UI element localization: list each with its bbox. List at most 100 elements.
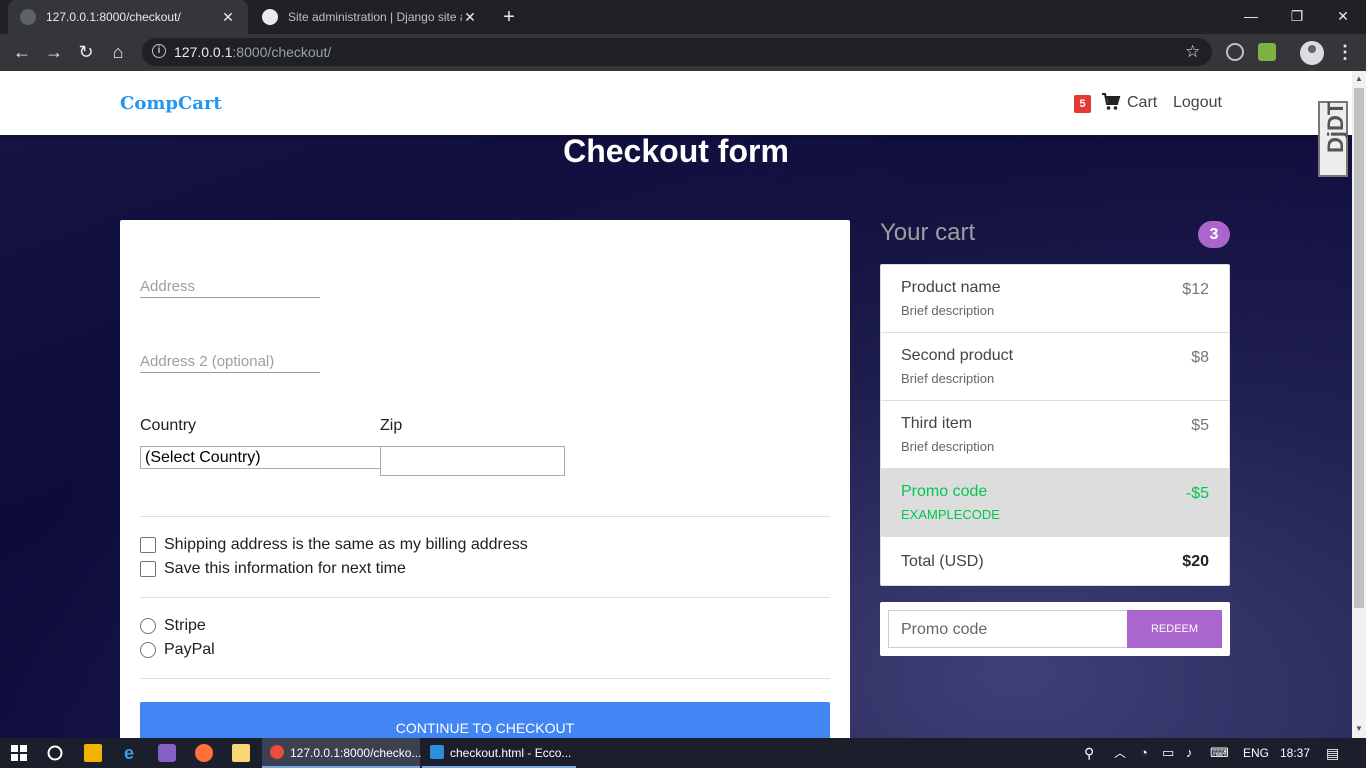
total-row: Total (USD) $20 — [881, 537, 1229, 585]
vscode-icon — [430, 745, 444, 759]
people-icon[interactable]: ⚲ — [1084, 738, 1094, 768]
search-icon[interactable] — [46, 744, 64, 762]
tab-label: Site administration | Django site admin — [288, 10, 462, 24]
store-icon[interactable] — [84, 744, 102, 762]
total-label: Total (USD) — [901, 553, 984, 570]
browser-tab-bar: 127.0.0.1:8000/checkout/ ✕ Site administ… — [0, 0, 1366, 34]
url-path: :8000/checkout/ — [232, 44, 332, 60]
visual-studio-icon[interactable] — [158, 744, 176, 762]
notifications-icon[interactable]: ▤ — [1326, 738, 1339, 768]
taskbar-app-chrome[interactable]: 127.0.0.1:8000/checko... — [262, 738, 422, 768]
back-icon[interactable]: ← — [10, 40, 34, 64]
country-select[interactable]: (Select Country) — [140, 446, 382, 469]
volume-icon[interactable]: ♪ — [1186, 738, 1193, 768]
save-info-label[interactable]: Save this information for next time — [164, 560, 406, 578]
extension-icon[interactable] — [1258, 43, 1276, 61]
same-address-label[interactable]: Shipping address is the same as my billi… — [164, 536, 528, 554]
close-tab-icon[interactable]: ✕ — [220, 9, 236, 26]
taskbar-app-vscode[interactable]: checkout.html - Ecco... — [422, 738, 576, 768]
restore-button[interactable]: ❐ — [1274, 0, 1320, 34]
file-explorer-icon[interactable] — [232, 744, 250, 762]
show-hidden-icons-icon[interactable]: ︿ — [1114, 738, 1126, 768]
save-info-checkbox[interactable] — [140, 561, 156, 577]
forward-icon[interactable]: → — [42, 40, 66, 64]
tab-django-admin[interactable]: Site administration | Django site admin … — [250, 0, 490, 34]
brand-logo[interactable]: CompCart — [120, 93, 222, 114]
product-description: Brief description — [901, 303, 995, 318]
extension-icon[interactable] — [1226, 43, 1244, 61]
cart-summary-list: Product name Brief description $12 Secon… — [880, 264, 1230, 586]
promo-row: Promo code EXAMPLECODE -$5 — [881, 469, 1229, 537]
list-item: Third item Brief description $5 — [881, 401, 1229, 469]
same-address-checkbox[interactable] — [140, 537, 156, 553]
cart-items-badge: 3 — [1198, 221, 1230, 248]
close-window-button[interactable]: ✕ — [1320, 0, 1366, 34]
promo-name: Promo code — [901, 483, 988, 500]
chrome-icon — [270, 745, 284, 759]
site-info-icon[interactable]: i — [152, 44, 166, 58]
divider — [140, 678, 830, 679]
reload-icon[interactable]: ↻ — [74, 40, 98, 64]
site-navbar: CompCart 5 Cart Logout — [0, 71, 1352, 135]
logout-link[interactable]: Logout — [1173, 94, 1222, 112]
tab-checkout[interactable]: 127.0.0.1:8000/checkout/ ✕ — [8, 0, 248, 34]
paypal-label[interactable]: PayPal — [164, 641, 215, 659]
minimize-button[interactable]: — — [1228, 0, 1274, 34]
list-item: Second product Brief description $8 — [881, 333, 1229, 401]
cart-link[interactable]: Cart — [1127, 94, 1157, 112]
edge-icon[interactable]: e — [120, 744, 138, 762]
product-price: $5 — [1191, 417, 1209, 434]
list-item: Product name Brief description $12 — [881, 265, 1229, 333]
firefox-icon[interactable] — [195, 744, 213, 762]
shopping-cart-icon[interactable] — [1101, 92, 1121, 112]
page-viewport: CompCart 5 Cart Logout DjDT Checkout for… — [0, 71, 1352, 738]
new-tab-button[interactable]: + — [498, 6, 520, 28]
network-icon[interactable]: ◔ — [1140, 738, 1148, 768]
product-description: Brief description — [901, 371, 995, 386]
product-name: Second product — [901, 347, 1014, 364]
your-cart-heading: Your cart — [880, 219, 976, 246]
home-icon[interactable]: ⌂ — [106, 40, 130, 64]
globe-icon — [262, 9, 278, 25]
divider — [140, 597, 830, 598]
promo-amount: -$5 — [1185, 485, 1209, 502]
address-input[interactable]: Address — [140, 278, 320, 298]
page-title: Checkout form — [563, 133, 789, 169]
stripe-label[interactable]: Stripe — [164, 617, 206, 635]
promo-code-value: EXAMPLECODE — [901, 507, 1000, 522]
url-host: 127.0.0.1 — [174, 44, 233, 60]
promo-code-input[interactable]: Promo code — [888, 610, 1128, 648]
globe-icon — [20, 9, 36, 25]
scrollbar-thumb[interactable] — [1354, 88, 1364, 608]
close-tab-icon[interactable]: ✕ — [462, 9, 478, 26]
stripe-radio[interactable] — [140, 618, 156, 634]
checkout-form-card: Address Address 2 (optional) Country Zip… — [120, 220, 850, 738]
product-price: $8 — [1191, 349, 1209, 366]
taskbar-app-label: checkout.html - Ecco... — [450, 746, 572, 760]
continue-to-checkout-button[interactable]: CONTINUE TO CHECKOUT — [140, 702, 830, 738]
profile-avatar[interactable] — [1300, 41, 1324, 65]
battery-icon[interactable]: ▭ — [1162, 738, 1174, 768]
tab-label: 127.0.0.1:8000/checkout/ — [46, 10, 181, 24]
language-indicator[interactable]: ENG — [1243, 738, 1269, 768]
clock[interactable]: 18:37 — [1280, 738, 1310, 768]
bookmark-star-icon[interactable]: ☆ — [1185, 42, 1200, 62]
keyboard-icon[interactable]: ⌨ — [1210, 738, 1229, 768]
windows-start-icon[interactable] — [10, 744, 28, 762]
zip-input[interactable] — [380, 446, 565, 476]
total-value: $20 — [1182, 553, 1209, 570]
taskbar-app-label: 127.0.0.1:8000/checko... — [290, 746, 422, 760]
redeem-button[interactable]: REDEEM — [1127, 610, 1222, 648]
url-text[interactable]: 127.0.0.1:8000/checkout/ — [174, 44, 331, 60]
product-name: Third item — [901, 415, 973, 432]
product-name: Product name — [901, 279, 1001, 296]
country-label: Country — [140, 417, 197, 434]
address2-input[interactable]: Address 2 (optional) — [140, 353, 320, 373]
promo-form: Promo code REDEEM — [880, 602, 1230, 656]
paypal-radio[interactable] — [140, 642, 156, 658]
browser-menu-icon[interactable]: ⋮ — [1336, 42, 1354, 63]
cart-count-badge: 5 — [1074, 95, 1091, 113]
zip-label: Zip — [380, 417, 403, 434]
scroll-up-icon[interactable]: ▲ — [1352, 72, 1366, 86]
scroll-down-icon[interactable]: ▼ — [1352, 722, 1366, 736]
